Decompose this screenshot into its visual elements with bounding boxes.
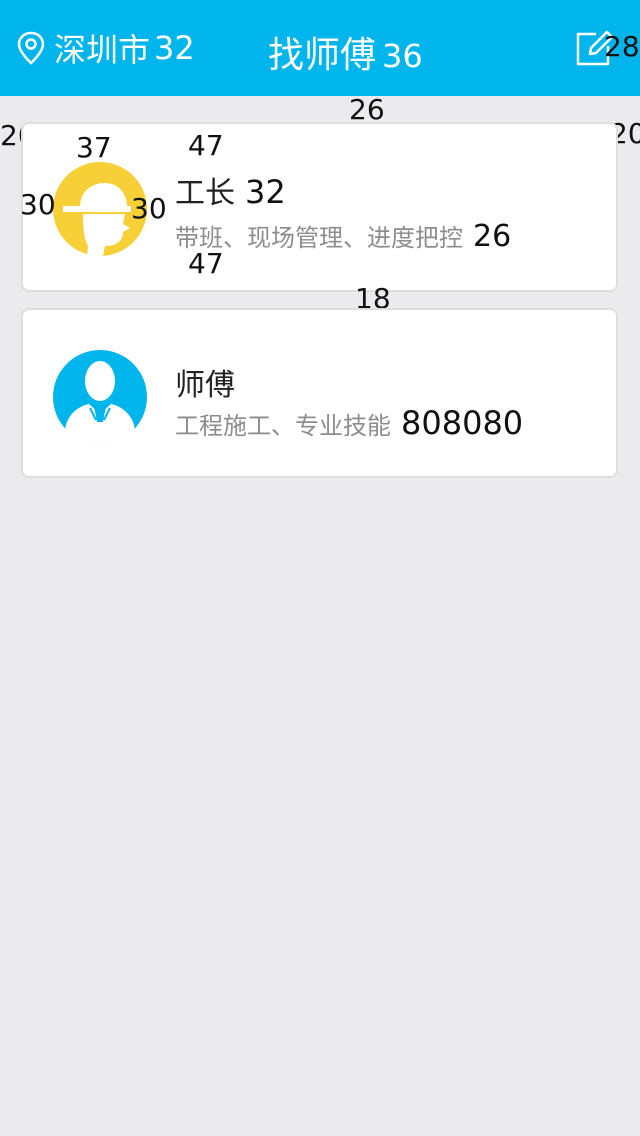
card-desc-number: 26 (473, 219, 512, 254)
annot-text-top: 47 (188, 129, 224, 162)
card-title-text: 师傅 (175, 368, 235, 403)
card-title-number: 32 (245, 173, 286, 211)
card-title: 师傅 (175, 360, 235, 404)
page-title-number: 36 (382, 37, 423, 75)
avatar (53, 350, 147, 444)
page-title-text: 找师傅 (268, 35, 377, 76)
card-desc-text: 工程施工、专业技能 (175, 412, 391, 440)
card-title-text: 工长 (175, 176, 235, 211)
annot-text-bottom: 47 (188, 247, 224, 280)
card-description: 工程施工、专业技能 808080 (175, 404, 523, 442)
card-title: 工长 32 (175, 168, 286, 212)
list-item-master[interactable]: 师傅 工程施工、专业技能 808080 (21, 308, 618, 478)
location-pin-icon (17, 31, 45, 65)
annot-avatar-left: 30 (20, 188, 56, 221)
location-label: 深圳市 (54, 31, 151, 69)
edit-number: 28 (604, 30, 640, 63)
location-selector[interactable]: 深圳市 32 (16, 28, 195, 69)
annot-avatar-right: 30 (131, 192, 167, 225)
person-icon (53, 350, 147, 444)
top-bar: 深圳市 32 找师傅 36 28 (0, 0, 640, 96)
page-title: 找师傅 36 (268, 26, 423, 78)
annot-avatar-top: 37 (76, 131, 112, 164)
card-desc-number: 808080 (401, 404, 524, 442)
card-description: 带班、现场管理、进度把控 26 (175, 218, 511, 254)
annot-top-gap: 26 (349, 93, 385, 126)
location-number: 32 (154, 29, 195, 67)
